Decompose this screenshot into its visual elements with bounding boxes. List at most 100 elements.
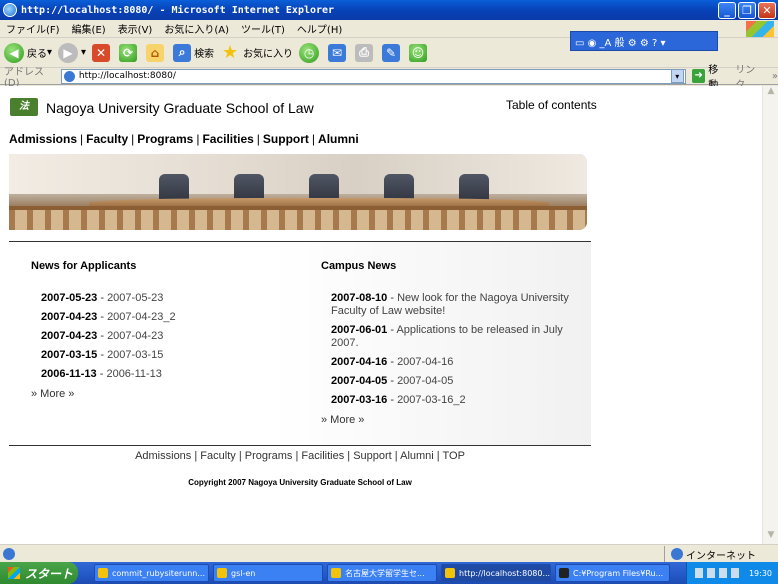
news-date: 2007-03-16 (331, 394, 388, 406)
vertical-scrollbar[interactable]: ▲ ▼ (762, 86, 778, 544)
console-icon (559, 568, 569, 578)
footer-nav-facilities[interactable]: Facilities (301, 450, 344, 462)
list-item[interactable]: 2007-06-01 - Applications to be released… (331, 324, 581, 350)
windows-logo-icon (746, 21, 774, 37)
list-item[interactable]: 2007-08-10 - New look for the Nagoya Uni… (331, 292, 581, 318)
menu-edit[interactable]: 編集(E) (66, 21, 112, 36)
windows-flag-icon (8, 567, 20, 579)
zone-label: インターネット (686, 550, 756, 562)
links-expand-icon[interactable]: » (772, 71, 778, 82)
taskbar-item-active[interactable]: http://localhost:8080... (441, 564, 551, 582)
campus-news-list: 2007-08-10 - New look for the Nagoya Uni… (331, 292, 581, 413)
edit-button[interactable]: ✎ (382, 43, 403, 62)
news-date: 2006-11-13 (41, 368, 97, 380)
list-item[interactable]: 2007-04-05 - 2007-04-05 (331, 375, 581, 388)
news-title[interactable]: 2007-04-23_2 (107, 311, 176, 323)
news-date: 2007-04-16 (331, 356, 388, 368)
app-icon (331, 568, 341, 578)
nav-separator: | (131, 132, 135, 146)
news-title[interactable]: 2007-05-23 (107, 292, 163, 304)
minimize-button[interactable]: _ (718, 1, 736, 19)
nav-separator: | (80, 132, 84, 146)
maximize-button[interactable]: ❐ (738, 1, 756, 19)
main-nav: Admissions | Faculty | Programs | Facilitie… (9, 132, 359, 146)
forward-dropdown-icon[interactable]: ▾ (81, 47, 86, 58)
ime-language-bar[interactable]: ▭ ◉ _A 般 ⚙ ⚙ ? ▾ (570, 31, 718, 51)
tray-icons[interactable] (694, 568, 743, 578)
list-item[interactable]: 2007-03-15 - 2007-03-15 (41, 349, 301, 362)
start-label: スタート (25, 566, 74, 581)
footer-nav-programs[interactable]: Programs (245, 450, 293, 462)
search-label: 検索 (194, 49, 215, 60)
list-item[interactable]: 2007-04-23 - 2007-04-23 (41, 330, 301, 343)
start-button[interactable]: スタート (0, 562, 78, 584)
list-item[interactable]: 2007-04-23 - 2007-04-23_2 (41, 311, 301, 324)
toc-link[interactable]: Table of contents (506, 98, 597, 112)
back-dropdown-icon[interactable]: ▾ (47, 47, 52, 58)
nav-alumni[interactable]: Alumni (318, 132, 359, 146)
news-title[interactable]: 2007-04-05 (397, 375, 453, 387)
taskbar-item[interactable]: gsl-en (213, 564, 323, 582)
applicants-news-list: 2007-05-23 - 2007-05-23 2007-04-23 - 200… (41, 292, 301, 387)
page-icon (63, 70, 75, 82)
news-title[interactable]: 2007-03-15 (107, 349, 163, 361)
nav-support[interactable]: Support (263, 132, 309, 146)
list-item[interactable]: 2007-03-16 - 2007-03-16_2 (331, 394, 581, 407)
messenger-icon: ☺ (409, 43, 428, 62)
site-logo[interactable]: 法 (10, 98, 38, 116)
taskbar-item[interactable]: 名古屋大学留学生セ... (327, 564, 437, 582)
footer-nav-alumni[interactable]: Alumni (400, 450, 434, 462)
status-bar: インターネット (0, 544, 778, 562)
scroll-down-icon[interactable]: ▼ (763, 530, 778, 544)
address-input[interactable]: http://localhost:8080/ (60, 68, 686, 84)
address-bar: アドレス(D) http://localhost:8080/ ▾ ➜ 移動 リン… (0, 65, 778, 91)
news-title[interactable]: 2007-04-23 (107, 330, 163, 342)
banner-wall (9, 154, 587, 194)
news-title[interactable]: 2007-03-16_2 (397, 394, 466, 406)
ie-icon (445, 568, 455, 578)
print-button[interactable]: ⎙ (355, 43, 376, 62)
taskbar-item[interactable]: C:¥Program Files¥Ru... (555, 564, 670, 582)
menu-tools[interactable]: ツール(T) (235, 21, 291, 36)
close-button[interactable]: ✕ (758, 1, 776, 19)
back-button[interactable]: ◀ 戻る ▾ (4, 42, 52, 63)
footer-nav-support[interactable]: Support (353, 450, 392, 462)
news-date: 2007-05-23 (41, 292, 98, 304)
news-title[interactable]: 2007-04-16 (397, 356, 453, 368)
window-title-bar[interactable]: http://localhost:8080/ - Microsoft Inter… (0, 0, 778, 20)
footer-nav-faculty[interactable]: Faculty (200, 450, 235, 462)
stop-button[interactable]: ✕ (92, 43, 113, 62)
menu-view[interactable]: 表示(V) (112, 21, 159, 36)
address-dropdown-icon[interactable]: ▾ (670, 69, 684, 83)
footer-nav-top[interactable]: TOP (443, 450, 465, 462)
nav-programs[interactable]: Programs (137, 132, 193, 146)
nav-admissions[interactable]: Admissions (9, 132, 77, 146)
history-button[interactable]: ◷ (299, 42, 322, 63)
search-button[interactable]: ⌕ 検索 (173, 43, 215, 62)
list-item[interactable]: 2006-11-13 - 2006-11-13 (41, 368, 301, 381)
taskbar-item[interactable]: commit_rubysiterunn... (94, 564, 209, 582)
news-title[interactable]: 2006-11-13 (106, 368, 161, 380)
favorites-button[interactable]: ★ お気に入り (220, 42, 293, 63)
site-title[interactable]: Nagoya University Graduate School of Law (46, 100, 314, 116)
list-item[interactable]: 2007-04-16 - 2007-04-16 (331, 356, 581, 369)
taskbar-item-label: commit_rubysiterunn... (112, 568, 205, 578)
messenger-button[interactable]: ☺ (409, 43, 430, 62)
home-button[interactable]: ⌂ (146, 43, 167, 62)
menu-file[interactable]: ファイル(F) (0, 21, 66, 36)
refresh-button[interactable]: ⟳ (119, 43, 140, 62)
footer-nav-admissions[interactable]: Admissions (135, 450, 191, 462)
nav-facilities[interactable]: Facilities (202, 132, 253, 146)
forward-button[interactable]: ▶ ▾ (58, 42, 86, 63)
menu-help[interactable]: ヘルプ(H) (291, 21, 348, 36)
scroll-up-icon[interactable]: ▲ (763, 86, 778, 100)
campus-more-link[interactable]: » More » (321, 414, 364, 426)
applicants-more-link[interactable]: » More » (31, 388, 74, 400)
mail-button[interactable]: ✉ (328, 43, 349, 62)
applicants-news-heading: News for Applicants (31, 260, 137, 272)
list-item[interactable]: 2007-05-23 - 2007-05-23 (41, 292, 301, 305)
nav-faculty[interactable]: Faculty (86, 132, 128, 146)
menu-favorites[interactable]: お気に入り(A) (158, 21, 235, 36)
news-date: 2007-04-23 (41, 330, 98, 342)
clock[interactable]: 19:30 (749, 569, 772, 578)
